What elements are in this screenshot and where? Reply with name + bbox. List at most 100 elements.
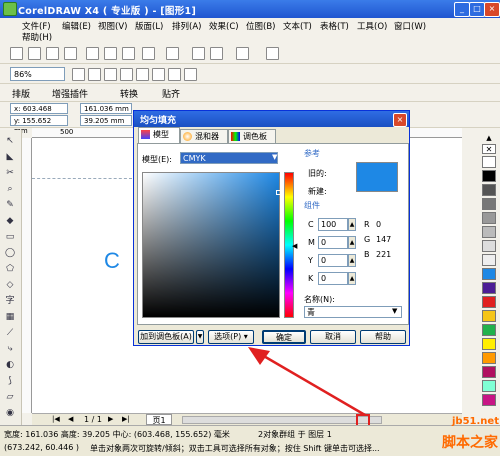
redo-icon[interactable] [166,47,179,60]
palette-swatch[interactable] [482,268,496,280]
menu-tools[interactable]: 工具(O) [357,20,387,32]
model-dropdown-icon[interactable]: ▼ [272,153,277,161]
palette-swatch[interactable] [482,170,496,182]
pan-icon[interactable] [184,68,197,81]
save-icon[interactable] [46,47,59,60]
convert-button[interactable]: 转换 [120,87,138,100]
open-icon[interactable] [28,47,41,60]
zoom-out-icon[interactable] [88,68,101,81]
palette-swatch[interactable] [482,394,496,406]
palette-swatch[interactable] [482,380,496,392]
zoom-in-icon[interactable] [72,68,85,81]
name-dropdown-icon[interactable]: ▼ [392,307,397,315]
close-button[interactable]: × [484,2,500,17]
crop-tool-icon[interactable]: ✂ [4,168,16,178]
x-position-field[interactable]: x: 603.468 mm [10,103,68,123]
zoom-level-select[interactable]: 86% [10,67,65,81]
fill-tool-icon[interactable]: ◉ [4,408,16,418]
cut-icon[interactable] [86,47,99,60]
no-fill-swatch[interactable]: ✕ [482,144,496,154]
palette-swatch[interactable] [482,226,496,238]
smart-fill-icon[interactable]: ◆ [4,216,16,226]
snap-button[interactable]: 贴齐 [162,87,180,100]
menu-arrange[interactable]: 排列(A) [172,20,201,32]
paste-icon[interactable] [122,47,135,60]
undo-icon[interactable] [142,47,155,60]
zoom-selected-icon[interactable] [104,68,117,81]
last-page-icon[interactable]: ▶| [122,415,130,423]
c-spinner[interactable]: ▲ [348,218,356,231]
menu-table[interactable]: 表格(T) [320,20,349,32]
hue-slider-handle-icon[interactable]: ◀ [292,242,297,250]
help-button[interactable]: 帮助 [360,330,406,344]
m-input[interactable]: 0 [318,236,348,249]
height-field[interactable]: 39.205 mm [80,115,132,126]
maximize-button[interactable]: □ [469,2,485,17]
palette-swatch[interactable] [482,240,496,252]
menu-bitmaps[interactable]: 位图(B) [246,20,275,32]
arrange-button[interactable]: 排版 [12,87,30,100]
c-input[interactable]: 100 [318,218,348,231]
palette-swatch[interactable] [482,324,496,336]
zoom-tool-icon[interactable]: ⌕ [4,184,16,194]
palette-swatch[interactable] [482,156,496,168]
palette-swatch[interactable] [482,282,496,294]
table-tool-icon[interactable]: ▦ [4,312,16,322]
palette-swatch[interactable] [482,352,496,364]
options-button[interactable]: 选项(P) ▾ [208,330,254,344]
color-marker[interactable] [276,190,281,195]
export-icon[interactable] [210,47,223,60]
palette-swatch[interactable] [482,212,496,224]
zoom-all-icon[interactable] [120,68,133,81]
first-page-icon[interactable]: |◀ [52,415,60,423]
zoom-height-icon[interactable] [168,68,181,81]
palette-swatch[interactable] [482,366,496,378]
menu-window[interactable]: 窗口(W) [394,20,426,32]
menu-text[interactable]: 文本(T) [283,20,312,32]
dialog-close-button[interactable]: × [393,113,407,127]
tab-palettes[interactable]: 调色板 [228,129,276,143]
outline-tool-icon[interactable]: ▱ [4,392,16,402]
new-icon[interactable] [10,47,23,60]
palette-swatch[interactable] [482,184,496,196]
palette-scroll-up-icon[interactable]: ▲ [482,134,496,142]
copy-icon[interactable] [104,47,117,60]
freehand-tool-icon[interactable]: ✎ [4,200,16,210]
ok-button[interactable]: 确定 [262,330,306,344]
y-position-field[interactable]: y: 155.652 mm [10,115,68,135]
add-to-palette-button[interactable]: 加到调色板(A) [138,330,194,344]
tab-mixers[interactable]: 混和器 [180,129,228,143]
text-tool-icon[interactable]: 字 [4,296,16,306]
welcome-icon[interactable] [266,47,279,60]
basic-shapes-icon[interactable]: ◇ [4,280,16,290]
k-input[interactable]: 0 [318,272,348,285]
palette-swatch[interactable] [482,296,496,308]
next-page-icon[interactable]: ▶ [108,415,113,423]
polygon-tool-icon[interactable]: ⬠ [4,264,16,274]
plugin-button[interactable]: 增强插件 [52,87,88,100]
add-dropdown-icon[interactable]: ▼ [196,330,204,344]
cancel-button[interactable]: 取消 [310,330,356,344]
menu-view[interactable]: 视图(V) [98,20,127,32]
print-icon[interactable] [64,47,77,60]
rectangle-tool-icon[interactable]: ▭ [4,232,16,242]
zoom-page-icon[interactable] [136,68,149,81]
menu-edit[interactable]: 编辑(E) [62,20,91,32]
canvas-text-object[interactable]: C [104,248,120,274]
shape-tool-icon[interactable]: ◣ [4,152,16,162]
ellipse-tool-icon[interactable]: ◯ [4,248,16,258]
blend-tool-icon[interactable]: ◐ [4,360,16,370]
zoom-width-icon[interactable] [152,68,165,81]
connector-tool-icon[interactable]: ⤷ [4,344,16,354]
menu-effects[interactable]: 效果(C) [209,20,239,32]
prev-page-icon[interactable]: ◀ [68,415,73,423]
color-name-select[interactable]: 青 [304,306,402,318]
model-select[interactable]: CMYK [180,152,278,164]
pick-tool-icon[interactable]: ↖ [4,136,16,146]
palette-swatch[interactable] [482,254,496,266]
launcher-icon[interactable] [236,47,249,60]
palette-swatch[interactable] [482,338,496,350]
tab-models[interactable]: 模型 [138,127,180,143]
minimize-button[interactable]: _ [454,2,470,17]
y-input[interactable]: 0 [318,254,348,267]
